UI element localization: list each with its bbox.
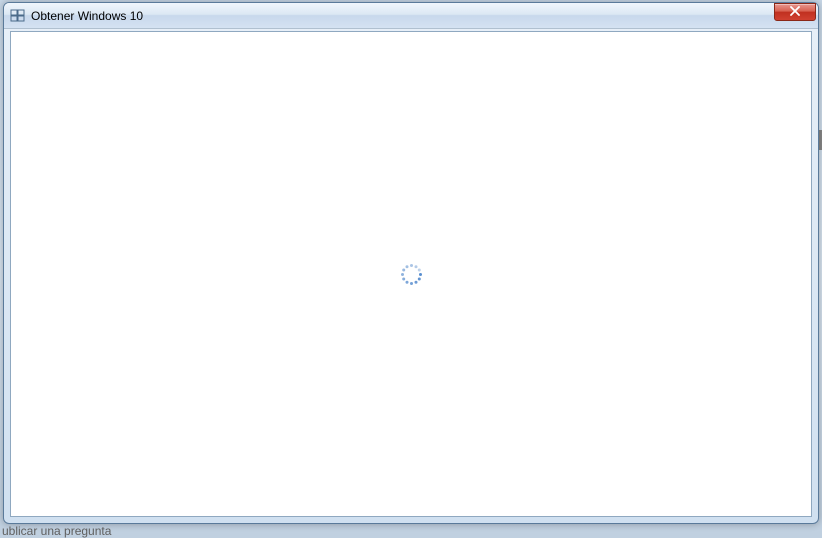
spinner-dot [405,280,408,283]
close-button[interactable] [774,3,816,21]
spinner-dot [417,277,420,280]
spinner-dot [414,280,417,283]
loading-spinner [399,262,423,286]
dialog-window: Obtener Windows 10 [3,2,819,524]
titlebar[interactable]: Obtener Windows 10 [4,3,818,29]
spinner-dot [402,268,405,271]
background-page-text: ublicar una pregunta [2,524,111,538]
close-icon [789,3,801,21]
spinner-dot [410,282,413,285]
windows-logo-icon [10,8,26,24]
spinner-dot [419,273,422,276]
spinner-dot [405,265,408,268]
spinner-dot [410,264,413,267]
spinner-dot [401,273,404,276]
content-area [10,31,812,517]
spinner-dot [417,268,420,271]
spinner-dot [414,265,417,268]
window-title: Obtener Windows 10 [31,9,774,23]
spinner-dot [402,277,405,280]
